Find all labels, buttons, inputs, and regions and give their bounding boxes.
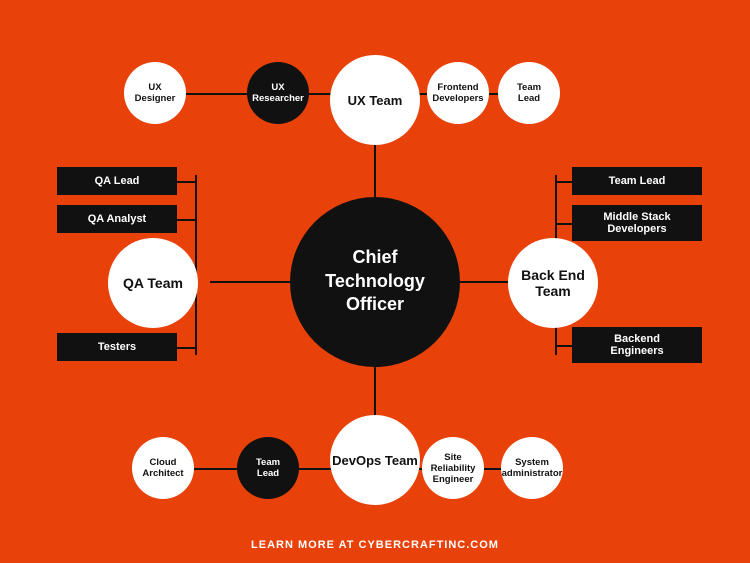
ux-researcher-circle: UXResearcher [247, 62, 309, 124]
left-v-line [195, 175, 197, 355]
qa-analyst-box: QA Analyst [57, 205, 177, 233]
cto-title: ChiefTechnologyOfficer [325, 247, 425, 314]
backend-engineers-box: BackendEngineers [572, 327, 702, 363]
qa-analyst-label: QA Analyst [88, 213, 146, 225]
top-team-lead-circle: TeamLead [498, 62, 560, 124]
devops-team-circle: DevOps Team [330, 415, 420, 505]
qa-analyst-h-line [177, 219, 197, 221]
line-top-connector [374, 137, 376, 197]
top-team-lead-label: TeamLead [517, 82, 541, 104]
center-circle: ChiefTechnologyOfficer [290, 197, 460, 367]
site-reliability-circle: SiteReliabilityEngineer [422, 437, 484, 499]
sys-admin-label: Systemadministrator [502, 457, 563, 479]
qa-lead-label: QA Lead [95, 175, 140, 187]
middle-stack-label: Middle StackDevelopers [603, 211, 670, 235]
sys-admin-circle: Systemadministrator [501, 437, 563, 499]
testers-h-line [177, 347, 197, 349]
ux-designer-circle: UXDesigner [124, 62, 186, 124]
ux-team-label: UX Team [348, 93, 403, 108]
right-team-lead-label: Team Lead [609, 175, 666, 187]
backend-engineers-label: BackendEngineers [610, 333, 663, 357]
frontend-dev-label: FrontendDevelopers [432, 82, 483, 104]
right-team-lead-box: Team Lead [572, 167, 702, 195]
bottom-team-lead-circle: TeamLead [237, 437, 299, 499]
qa-lead-box: QA Lead [57, 167, 177, 195]
cloud-architect-label: CloudArchitect [142, 457, 183, 479]
backend-team-circle: Back End Team [508, 238, 598, 328]
qa-team-label: QA Team [123, 275, 183, 291]
backend-team-label: Back End Team [508, 267, 598, 299]
site-reliability-label: SiteReliabilityEngineer [431, 452, 476, 485]
line-left-connector [210, 281, 290, 283]
footer-label: LEARN MORE AT CYBERCRAFTINC.COM [251, 539, 499, 551]
cloud-architect-circle: CloudArchitect [132, 437, 194, 499]
ux-designer-label: UXDesigner [135, 82, 176, 104]
ux-team-circle: UX Team [330, 55, 420, 145]
qa-team-circle: QA Team [108, 238, 198, 328]
bottom-team-lead-label: TeamLead [256, 457, 280, 479]
testers-box: Testers [57, 333, 177, 361]
frontend-dev-circle: FrontendDevelopers [427, 62, 489, 124]
ux-researcher-label: UXResearcher [252, 82, 304, 104]
devops-team-label: DevOps Team [332, 453, 418, 468]
qa-lead-h-line [177, 181, 197, 183]
testers-label: Testers [98, 341, 136, 353]
org-chart: ChiefTechnologyOfficer UX Team UXDesigne… [0, 0, 750, 563]
middle-stack-box: Middle StackDevelopers [572, 205, 702, 241]
footer-text: LEARN MORE AT CYBERCRAFTINC.COM [251, 539, 499, 551]
